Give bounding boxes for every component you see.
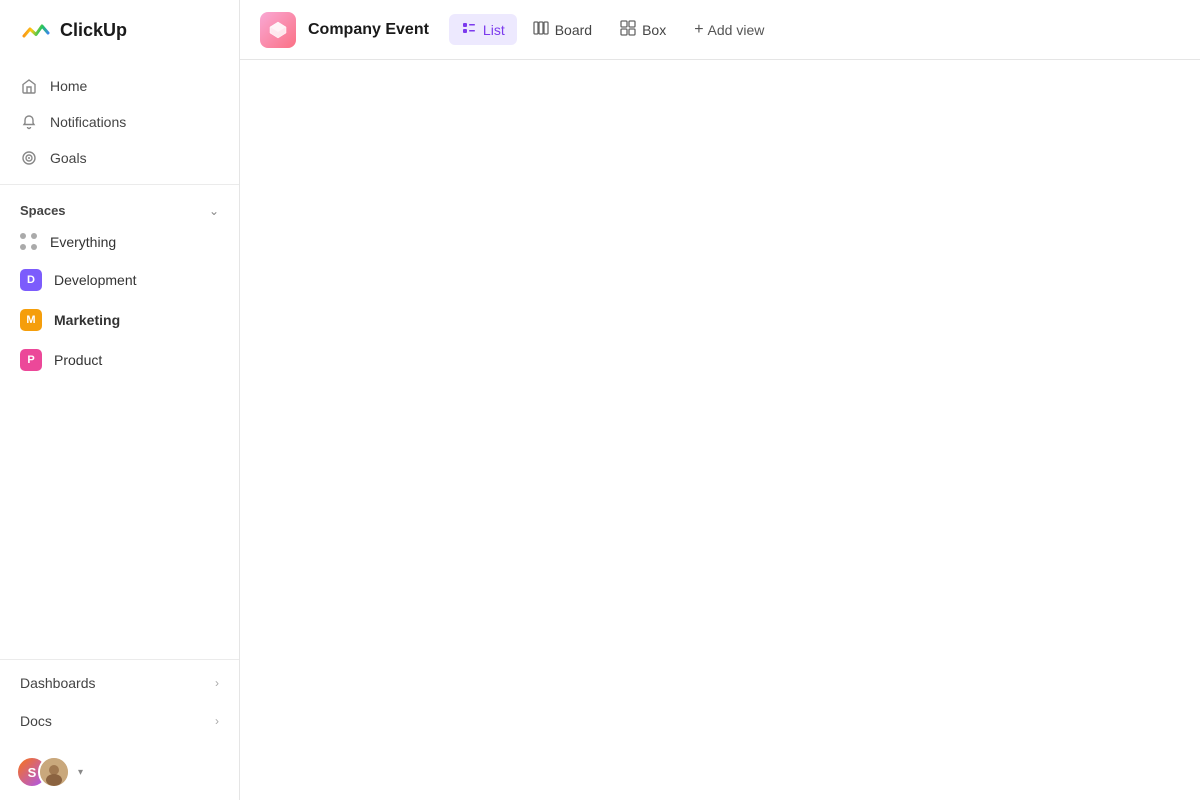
board-tab-label: Board [555,22,592,38]
spaces-label: Spaces [20,203,66,218]
box-tab-icon [620,20,636,39]
sidebar-footer[interactable]: S ▾ [0,744,239,800]
product-label: Product [54,352,102,368]
docs-label: Docs [20,713,52,729]
sidebar-item-product[interactable]: P Product [0,340,239,380]
user-dropdown-icon: ▾ [78,767,83,778]
everything-grid-icon [20,233,38,251]
sidebar-item-notifications[interactable]: Notifications [0,104,239,140]
list-tab-label: List [483,22,505,38]
sidebar-item-goals[interactable]: Goals [0,140,239,176]
bell-icon [20,113,38,131]
sidebar: ClickUp Home Notifications Goals Spaces … [0,0,240,800]
project-title: Company Event [308,21,429,39]
user-avatar-secondary [38,756,70,788]
dashboards-left: Dashboards [20,675,96,691]
list-tab-icon [461,20,477,39]
marketing-avatar: M [20,309,42,331]
project-icon [260,12,296,48]
docs-left: Docs [20,713,52,729]
tab-list[interactable]: List [449,14,517,45]
dashboards-chevron-icon: › [215,676,219,690]
sidebar-item-home[interactable]: Home [0,68,239,104]
development-label: Development [54,272,137,288]
add-view-label: Add view [708,22,765,38]
dashboards-label: Dashboards [20,675,96,691]
sidebar-item-docs[interactable]: Docs › [0,702,239,740]
avatar-stack: S [16,756,70,788]
home-icon [20,77,38,95]
add-view-plus-icon: + [694,21,703,39]
sidebar-item-everything[interactable]: Everything [0,224,239,260]
development-avatar: D [20,269,42,291]
notifications-label: Notifications [50,114,126,130]
board-tab-icon [533,20,549,39]
box-tab-label: Box [642,22,666,38]
spaces-chevron-icon: ⌄ [209,204,219,218]
target-icon [20,149,38,167]
everything-label: Everything [50,234,116,250]
sidebar-item-development[interactable]: D Development [0,260,239,300]
sidebar-item-marketing[interactable]: M Marketing [0,300,239,340]
view-tabs: List Board [449,14,1180,45]
marketing-label: Marketing [54,312,120,328]
home-label: Home [50,78,87,94]
tab-board[interactable]: Board [521,14,604,45]
bottom-nav: Dashboards › Docs › [0,659,239,744]
spaces-section: Spaces ⌄ Everything D Development M Mark… [0,185,239,659]
clickup-logo-icon [20,14,52,46]
tab-box[interactable]: Box [608,14,678,45]
spaces-header[interactable]: Spaces ⌄ [0,197,239,224]
goals-label: Goals [50,150,87,166]
logo-area: ClickUp [0,0,239,60]
app-name: ClickUp [60,20,127,41]
product-avatar: P [20,349,42,371]
add-view-button[interactable]: + Add view [682,15,776,45]
topbar: Company Event List [240,0,1200,60]
main-nav: Home Notifications Goals [0,60,239,185]
content-area [240,60,1200,800]
docs-chevron-icon: › [215,714,219,728]
sidebar-item-dashboards[interactable]: Dashboards › [0,664,239,702]
main-content: Company Event List [240,0,1200,800]
